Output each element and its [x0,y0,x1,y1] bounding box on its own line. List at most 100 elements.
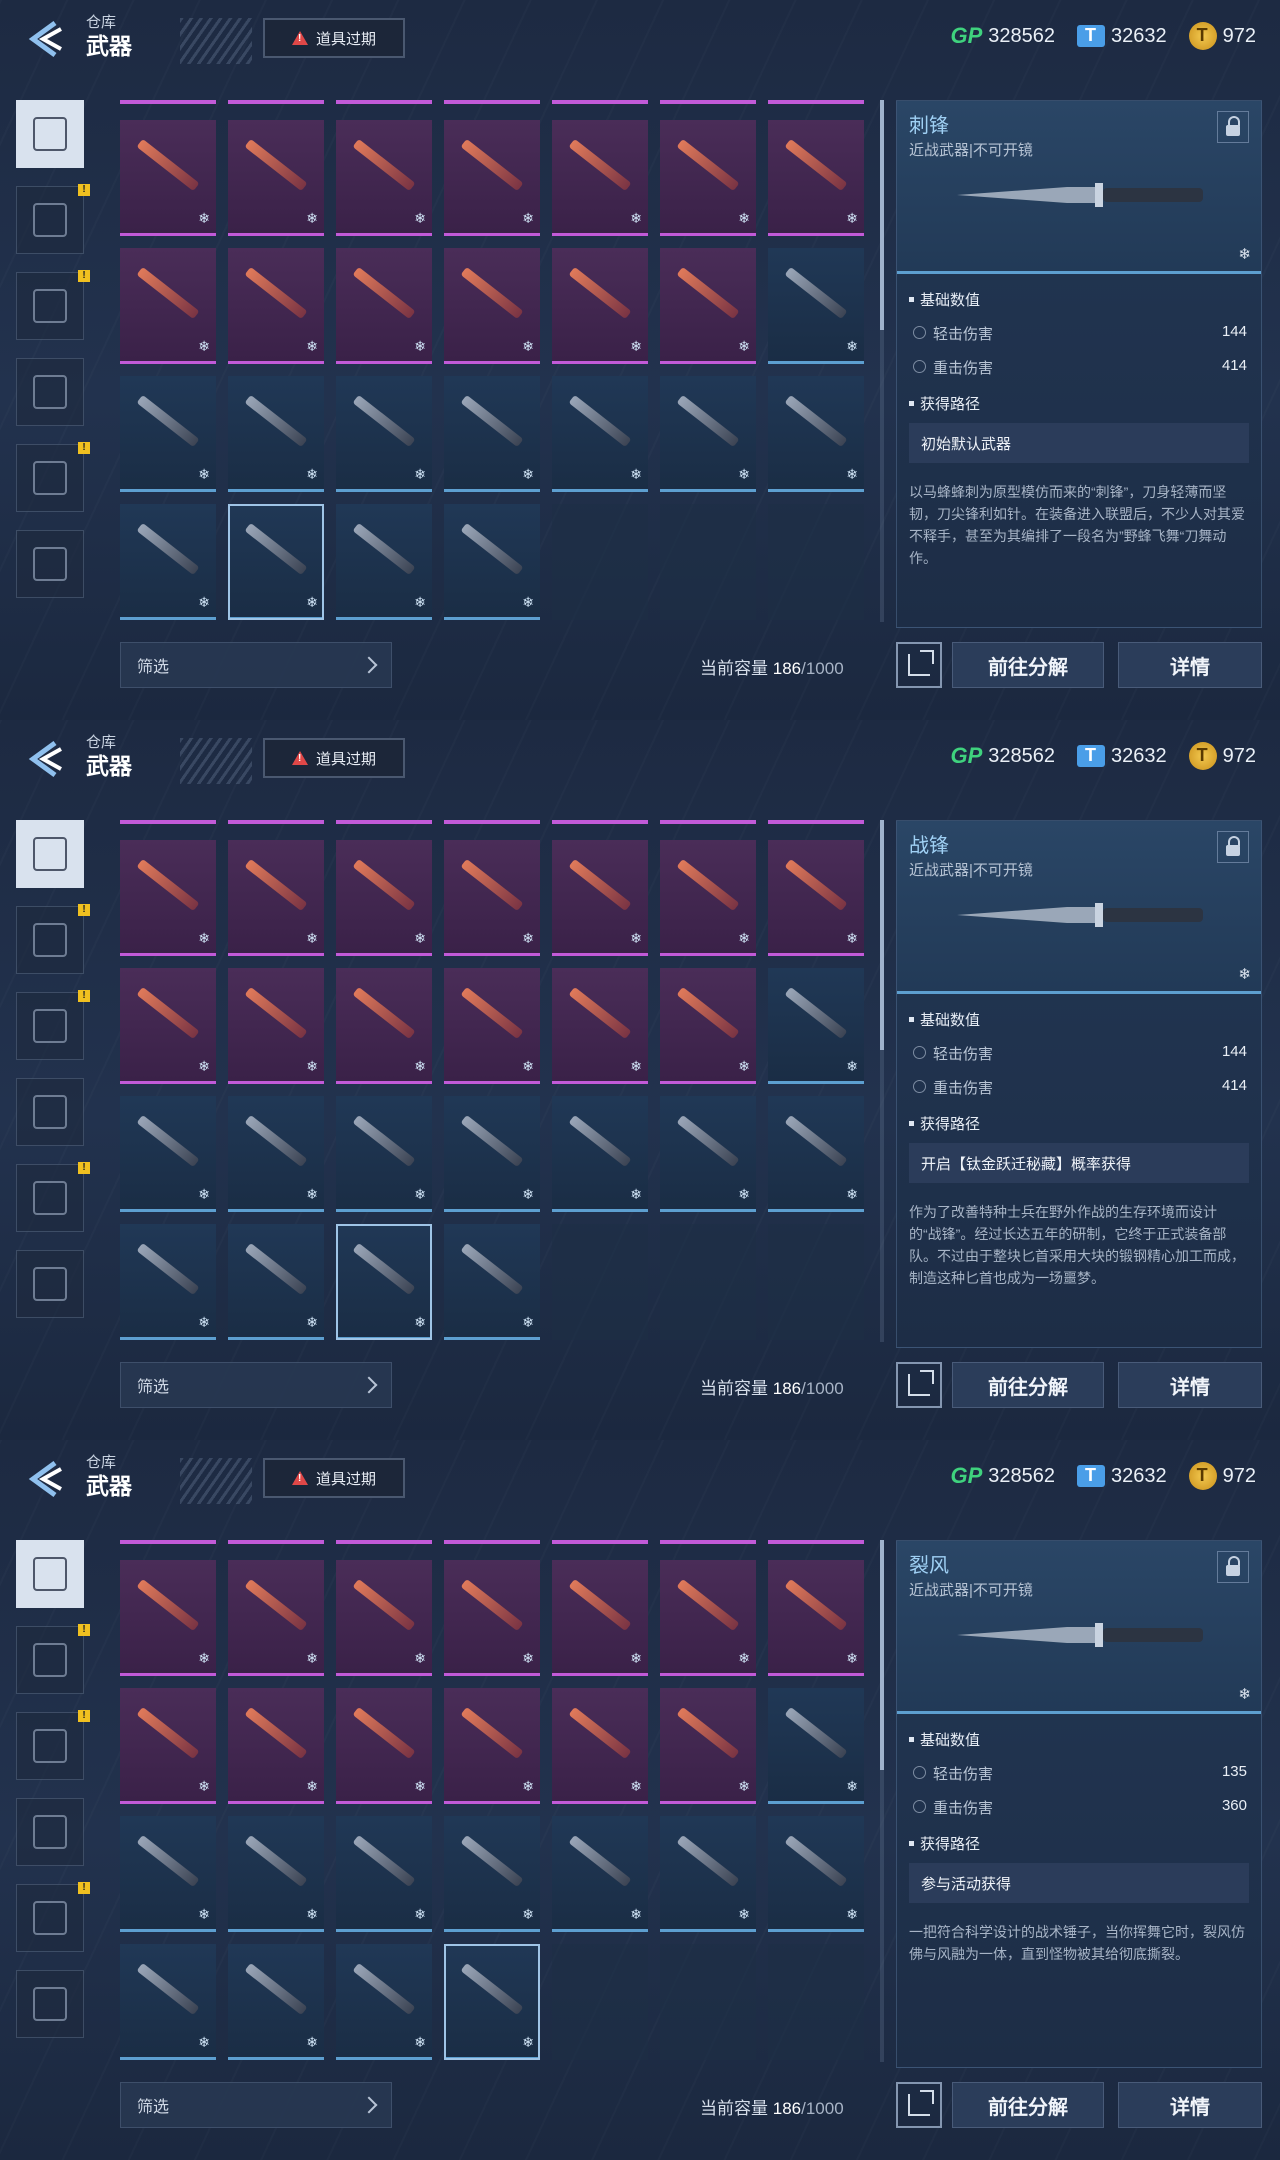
weapon-slot[interactable]: ❄ [120,1688,216,1804]
lock-button[interactable] [1217,831,1249,863]
weapon-slot[interactable]: ❄ [120,1816,216,1932]
export-button[interactable] [896,1362,942,1408]
weapon-slot[interactable]: ❄ [336,1096,432,1212]
filter-button[interactable]: 筛选 [120,1362,392,1408]
weapon-slot[interactable]: ❄ [552,968,648,1084]
category-compass[interactable] [16,1164,84,1232]
weapon-slot[interactable]: ❄ [228,120,324,236]
category-device[interactable] [16,272,84,340]
weapon-slot[interactable]: ❄ [552,1816,648,1932]
weapon-slot[interactable]: ❄ [552,1096,648,1212]
weapon-slot[interactable]: ❄ [120,840,216,956]
weapon-slot[interactable]: ❄ [444,1224,540,1340]
category-pistol[interactable] [16,820,84,888]
weapon-slot[interactable]: ❄ [228,1688,324,1804]
category-star-badge[interactable] [16,1970,84,2038]
weapon-slot[interactable]: ❄ [228,1944,324,2060]
weapon-slot[interactable]: ❄ [336,376,432,492]
weapon-slot[interactable]: ❄ [336,1944,432,2060]
back-button[interactable] [16,1454,76,1504]
category-pistol[interactable] [16,1540,84,1608]
category-compass[interactable] [16,444,84,512]
weapon-slot[interactable]: ❄ [768,1688,864,1804]
weapon-slot[interactable]: ❄ [228,968,324,1084]
weapon-slot[interactable]: ❄ [768,120,864,236]
weapon-slot[interactable]: ❄ [660,1816,756,1932]
scrollbar-thumb[interactable] [880,820,884,1050]
weapon-slot[interactable]: ❄ [660,248,756,364]
weapon-slot[interactable]: ❄ [228,1224,324,1340]
weapon-slot[interactable]: ❄ [768,1560,864,1676]
weapon-slot[interactable]: ❄ [120,1096,216,1212]
weapon-slot[interactable]: ❄ [444,1096,540,1212]
weapon-slot[interactable]: ❄ [336,1688,432,1804]
weapon-slot[interactable]: ❄ [768,1096,864,1212]
weapon-slot[interactable]: ❄ [228,504,324,620]
weapon-slot[interactable]: ❄ [552,1688,648,1804]
detail-button[interactable]: 详情 [1118,642,1262,688]
filter-button[interactable]: 筛选 [120,642,392,688]
weapon-slot[interactable]: ❄ [120,1560,216,1676]
weapon-slot[interactable]: ❄ [336,504,432,620]
weapon-slot[interactable]: ❄ [768,968,864,1084]
dismantle-button[interactable]: 前往分解 [952,2082,1104,2128]
weapon-slot[interactable]: ❄ [228,1560,324,1676]
category-card[interactable] [16,186,84,254]
weapon-slot[interactable]: ❄ [660,1096,756,1212]
category-gun-part[interactable] [16,1798,84,1866]
weapon-slot[interactable]: ❄ [660,1560,756,1676]
category-gun-part[interactable] [16,1078,84,1146]
expired-items-button[interactable]: 道具过期 [263,1458,405,1498]
export-button[interactable] [896,642,942,688]
weapon-slot[interactable]: ❄ [336,1560,432,1676]
category-card[interactable] [16,906,84,974]
weapon-slot[interactable]: ❄ [552,120,648,236]
weapon-slot[interactable]: ❄ [336,840,432,956]
category-compass[interactable] [16,1884,84,1952]
weapon-slot[interactable]: ❄ [228,1096,324,1212]
weapon-slot[interactable]: ❄ [552,248,648,364]
weapon-slot[interactable]: ❄ [660,120,756,236]
back-button[interactable] [16,734,76,784]
weapon-slot[interactable]: ❄ [228,840,324,956]
weapon-slot[interactable]: ❄ [336,1224,432,1340]
category-star-badge[interactable] [16,530,84,598]
category-star-badge[interactable] [16,1250,84,1318]
weapon-slot[interactable]: ❄ [120,1224,216,1340]
weapon-slot[interactable]: ❄ [336,968,432,1084]
dismantle-button[interactable]: 前往分解 [952,642,1104,688]
weapon-slot[interactable]: ❄ [336,248,432,364]
weapon-slot[interactable]: ❄ [228,1816,324,1932]
weapon-slot[interactable]: ❄ [768,1816,864,1932]
weapon-slot[interactable]: ❄ [120,504,216,620]
back-button[interactable] [16,14,76,64]
scrollbar-thumb[interactable] [880,100,884,330]
weapon-slot[interactable]: ❄ [444,1816,540,1932]
weapon-slot[interactable]: ❄ [336,1816,432,1932]
weapon-slot[interactable]: ❄ [228,376,324,492]
filter-button[interactable]: 筛选 [120,2082,392,2128]
category-device[interactable] [16,1712,84,1780]
weapon-slot[interactable]: ❄ [552,840,648,956]
category-gun-part[interactable] [16,358,84,426]
weapon-slot[interactable]: ❄ [444,120,540,236]
scrollbar-thumb[interactable] [880,1540,884,1770]
weapon-slot[interactable]: ❄ [552,1560,648,1676]
weapon-slot[interactable]: ❄ [660,376,756,492]
weapon-slot[interactable]: ❄ [120,1944,216,2060]
weapon-slot[interactable]: ❄ [444,840,540,956]
weapon-slot[interactable]: ❄ [444,1688,540,1804]
weapon-slot[interactable]: ❄ [336,120,432,236]
weapon-slot[interactable]: ❄ [768,840,864,956]
lock-button[interactable] [1217,1551,1249,1583]
detail-button[interactable]: 详情 [1118,2082,1262,2128]
expired-items-button[interactable]: 道具过期 [263,18,405,58]
category-device[interactable] [16,992,84,1060]
weapon-slot[interactable]: ❄ [660,840,756,956]
weapon-slot[interactable]: ❄ [228,248,324,364]
category-pistol[interactable] [16,100,84,168]
weapon-slot[interactable]: ❄ [660,968,756,1084]
dismantle-button[interactable]: 前往分解 [952,1362,1104,1408]
detail-button[interactable]: 详情 [1118,1362,1262,1408]
weapon-slot[interactable]: ❄ [660,1688,756,1804]
